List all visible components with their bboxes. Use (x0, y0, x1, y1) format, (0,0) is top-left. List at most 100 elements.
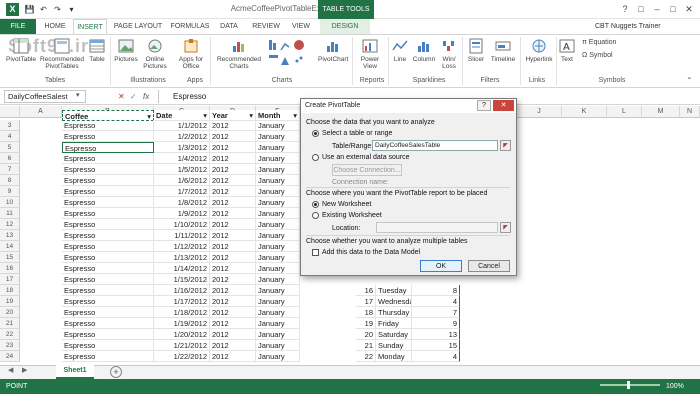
sheet-tab-sheet1[interactable]: Sheet1 (56, 365, 94, 379)
recommended-charts-button[interactable]: Recommended Charts (214, 38, 264, 72)
cell-date[interactable]: 1/21/2012 (154, 340, 210, 351)
location-input[interactable] (376, 222, 498, 233)
cell-month[interactable]: January (256, 175, 300, 186)
row-header[interactable]: 20 (0, 307, 20, 318)
row-header[interactable]: 7 (0, 164, 20, 175)
cell-day[interactable]: 17 (356, 296, 376, 307)
cell-month[interactable]: January (256, 274, 300, 285)
name-box-dropdown-icon[interactable]: ▾ (76, 91, 84, 101)
cell-coffee[interactable]: Espresso (62, 263, 154, 274)
pivotchart-button[interactable]: PivotChart (318, 38, 348, 72)
cell-year[interactable]: 2012 (210, 329, 256, 340)
row-header[interactable]: 18 (0, 285, 20, 296)
cell-coffee[interactable]: Espresso (62, 296, 154, 307)
cell-date[interactable]: 1/11/2012 (154, 230, 210, 241)
cell-month[interactable]: January (256, 318, 300, 329)
cell-month[interactable]: January (256, 120, 300, 131)
cell-year[interactable]: 2012 (210, 142, 256, 153)
column-header-j[interactable]: J (517, 106, 562, 118)
tab-review[interactable]: REVIEW (248, 19, 284, 34)
cell-day[interactable]: 19 (356, 318, 376, 329)
add-sheet-icon[interactable]: + (110, 366, 122, 378)
tab-data[interactable]: DATA (214, 19, 244, 34)
cell-month[interactable]: January (256, 142, 300, 153)
cell-coffee[interactable]: Espresso (62, 351, 154, 362)
cell-coffee[interactable]: Espresso (62, 120, 154, 131)
cell-year[interactable]: 2012 (210, 219, 256, 230)
cell-date[interactable]: 1/3/2012 (154, 142, 210, 153)
select-all-corner[interactable] (0, 106, 20, 118)
radio-select-table[interactable] (312, 130, 319, 137)
cell-month[interactable]: January (256, 186, 300, 197)
cell-coffee[interactable]: Espresso (62, 241, 154, 252)
column-header-k[interactable]: K (562, 106, 607, 118)
cell-day[interactable]: 18 (356, 307, 376, 318)
sparkline-column-button[interactable]: Column (412, 38, 436, 72)
cell-date[interactable]: 1/22/2012 (154, 351, 210, 362)
zoom-level[interactable]: 100% (666, 379, 696, 394)
cell-year[interactable]: 2012 (210, 164, 256, 175)
row-header[interactable]: 3 (0, 120, 20, 131)
cell-year[interactable]: 2012 (210, 285, 256, 296)
cell-year[interactable]: 2012 (210, 120, 256, 131)
cell-year[interactable]: 2012 (210, 296, 256, 307)
online-pictures-button[interactable]: Online Pictures (140, 38, 170, 72)
cell-coffee[interactable]: Espresso (62, 208, 154, 219)
redo-icon[interactable]: ↷ (52, 4, 63, 15)
tab-file[interactable]: FILE (0, 19, 36, 34)
cell-year[interactable]: 2012 (210, 252, 256, 263)
cell-value[interactable]: 7 (412, 307, 460, 318)
slicer-button[interactable]: Slicer (464, 38, 488, 72)
ribbon-display-button[interactable]: □ (634, 3, 648, 15)
row-header[interactable]: 5 (0, 142, 20, 153)
equation-button[interactable]: π Equation (582, 38, 642, 48)
cell-date[interactable]: 1/12/2012 (154, 241, 210, 252)
cell-month[interactable]: January (256, 230, 300, 241)
cell-date[interactable]: 1/5/2012 (154, 164, 210, 175)
row-header[interactable]: 11 (0, 208, 20, 219)
cell-coffee[interactable]: Espresso (62, 142, 154, 153)
location-collapse-icon[interactable]: ◤ (500, 222, 511, 233)
hyperlink-button[interactable]: Hyperlink (522, 38, 556, 72)
power-view-button[interactable]: Power View (356, 38, 384, 72)
collapse-range-icon[interactable]: ◤ (500, 140, 511, 151)
cell-coffee[interactable]: Espresso (62, 197, 154, 208)
cell-year[interactable]: 2012 (210, 208, 256, 219)
add-data-model-checkbox[interactable] (312, 249, 319, 256)
table-button[interactable]: Table (86, 38, 108, 72)
symbol-button[interactable]: Ω Symbol (582, 51, 642, 61)
help-button[interactable]: ? (618, 3, 632, 15)
apps-for-office-button[interactable]: Apps for Office (174, 38, 208, 72)
cell-value[interactable]: 13 (412, 329, 460, 340)
collapse-ribbon-icon[interactable]: ⌃ (686, 76, 696, 86)
cell-coffee[interactable]: Espresso (62, 164, 154, 175)
column-header-l[interactable]: L (607, 106, 642, 118)
cell-coffee[interactable]: Espresso (62, 318, 154, 329)
cell-coffee[interactable]: Espresso (62, 153, 154, 164)
cell-date[interactable]: 1/10/2012 (154, 219, 210, 230)
pivottable-button[interactable]: PivotTable (4, 38, 38, 72)
row-header[interactable]: 19 (0, 296, 20, 307)
cell-year[interactable]: 2012 (210, 340, 256, 351)
cell-year[interactable]: 2012 (210, 274, 256, 285)
add-data-model-label[interactable]: Add this data to the Data Model (322, 248, 420, 257)
cell-date[interactable]: 1/7/2012 (154, 186, 210, 197)
cell-year[interactable]: 2012 (210, 186, 256, 197)
external-source-label[interactable]: Use an external data source (322, 153, 410, 162)
cell-month[interactable]: January (256, 208, 300, 219)
select-table-label[interactable]: Select a table or range (322, 129, 392, 138)
cell-date[interactable]: 1/9/2012 (154, 208, 210, 219)
cell-value[interactable]: 15 (412, 340, 460, 351)
prev-sheet-icon[interactable]: ◀ (8, 366, 18, 378)
cell-year[interactable]: 2012 (210, 318, 256, 329)
cell-month[interactable]: January (256, 241, 300, 252)
cell-coffee[interactable]: Espresso (62, 307, 154, 318)
row-header[interactable]: 9 (0, 186, 20, 197)
cell-day[interactable]: 20 (356, 329, 376, 340)
cell-weekday[interactable]: Saturday (376, 329, 412, 340)
minimize-button[interactable]: – (650, 3, 664, 15)
insert-function-icon[interactable]: fx (143, 90, 157, 103)
user-name[interactable]: CBT Nuggets Trainer (595, 19, 685, 34)
cell-date[interactable]: 1/14/2012 (154, 263, 210, 274)
cell-coffee[interactable]: Espresso (62, 131, 154, 142)
